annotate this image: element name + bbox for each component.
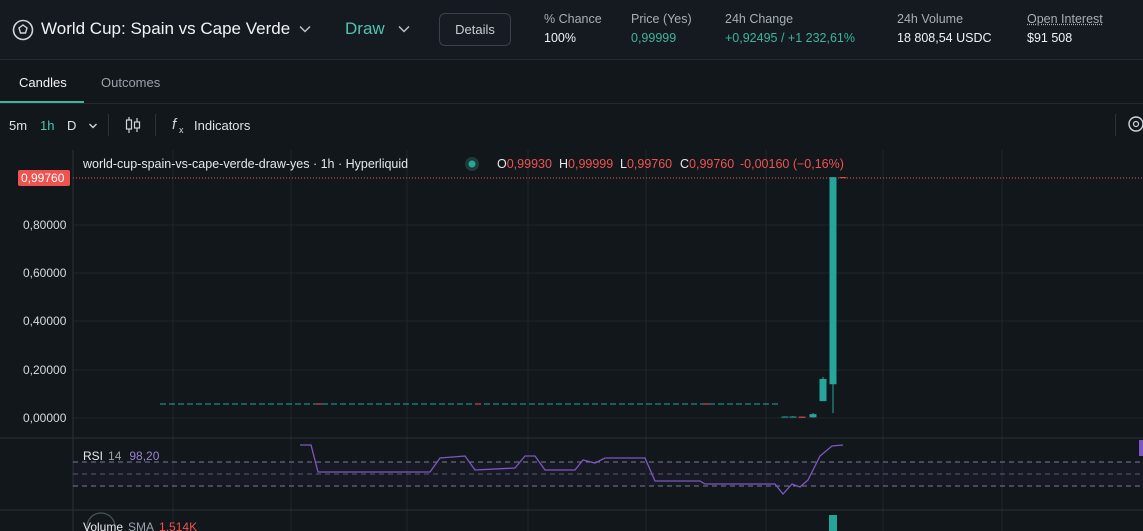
tab-candles[interactable]: Candles xyxy=(19,75,67,90)
active-tab-indicator xyxy=(0,101,84,103)
stat-label: % Chance xyxy=(544,12,602,26)
candle-body xyxy=(819,378,827,402)
market-header: World Cup: Spain vs Cape Verde Draw Deta… xyxy=(0,0,1143,60)
market-title[interactable]: World Cup: Spain vs Cape Verde xyxy=(41,19,290,39)
stat-label: Price (Yes) xyxy=(631,12,692,26)
volume-bar xyxy=(829,515,837,531)
price-chart[interactable]: 0,80000 0,60000 0,40000 0,20000 0,00000 … xyxy=(0,146,1143,531)
rsi-legend: RSI 14 98,20 xyxy=(83,449,160,463)
chart-toolbar: 5m 1h D f x Indicators xyxy=(0,104,1143,146)
market-logo-icon xyxy=(12,19,34,41)
toolbar-divider xyxy=(155,114,156,136)
svg-text:f: f xyxy=(172,116,178,133)
chart-tabs: Candles Outcomes xyxy=(0,61,1143,104)
candle-body xyxy=(839,177,847,179)
stat-24h-volume: 24h Volume 18 808,54 USDC xyxy=(897,12,992,45)
interval-5m[interactable]: 5m xyxy=(9,118,27,133)
stat-label[interactable]: Open Interest xyxy=(1027,12,1103,26)
stat-chance: % Chance 100% xyxy=(544,12,602,45)
toolbar-divider xyxy=(1115,114,1116,136)
stat-label: 24h Volume xyxy=(897,12,964,26)
svg-text:x: x xyxy=(179,125,184,135)
candle-body xyxy=(809,414,817,418)
candle-body xyxy=(781,416,789,418)
stat-price: Price (Yes) 0,99999 xyxy=(631,12,692,45)
indicators-button[interactable]: Indicators xyxy=(194,118,250,133)
candle-body xyxy=(789,416,797,418)
details-button[interactable]: Details xyxy=(439,13,511,46)
stat-open-interest: Open Interest $91 508 xyxy=(1027,12,1103,45)
interval-chevron-down-icon[interactable] xyxy=(87,120,99,132)
rsi-value-marker xyxy=(1139,440,1143,456)
chart-canvas[interactable]: 0,80000 0,60000 0,40000 0,20000 0,00000 … xyxy=(0,146,1143,531)
stat-24h-change: 24h Change +0,92495 / +1 232,61% xyxy=(725,12,855,45)
stat-value: 18 808,54 USDC xyxy=(897,31,992,45)
toolbar-divider xyxy=(108,114,109,136)
volume-legend: Volume SMA 1,514K xyxy=(83,520,197,531)
outcome-chevron-down-icon[interactable] xyxy=(397,22,411,36)
legend-status-dot xyxy=(468,160,476,168)
market-chevron-down-icon[interactable] xyxy=(298,22,312,36)
price-tick: 0,80000 xyxy=(23,218,67,232)
stat-value: $91 508 xyxy=(1027,31,1073,45)
outcome-selector[interactable]: Draw xyxy=(345,19,385,39)
price-tick: 0,40000 xyxy=(23,314,67,328)
price-tick: 0,00000 xyxy=(23,411,67,425)
price-tick: 0,20000 xyxy=(23,363,67,377)
stat-value: +0,92495 / +1 232,61% xyxy=(725,31,855,45)
candle-body xyxy=(829,177,837,385)
interval-1h[interactable]: 1h xyxy=(40,118,54,133)
settings-icon[interactable] xyxy=(1127,115,1143,133)
tab-outcomes[interactable]: Outcomes xyxy=(101,75,160,90)
interval-d[interactable]: D xyxy=(67,118,76,133)
legend-symbol: world-cup-spain-vs-cape-verde-draw-yes ·… xyxy=(82,157,408,171)
legend-ohlc: O0,99930 H0,99999 L0,99760 C0,99760 -0,0… xyxy=(497,157,844,171)
candle-body xyxy=(798,416,806,418)
stat-label: 24h Change xyxy=(725,12,794,26)
candle-type-icon[interactable] xyxy=(124,116,142,134)
indicators-fx-icon[interactable]: f x xyxy=(171,115,189,135)
stat-value: 100% xyxy=(544,31,576,45)
current-price-label: 0,99760 xyxy=(21,171,65,185)
price-tick: 0,60000 xyxy=(23,266,67,280)
stat-value: 0,99999 xyxy=(631,31,677,45)
